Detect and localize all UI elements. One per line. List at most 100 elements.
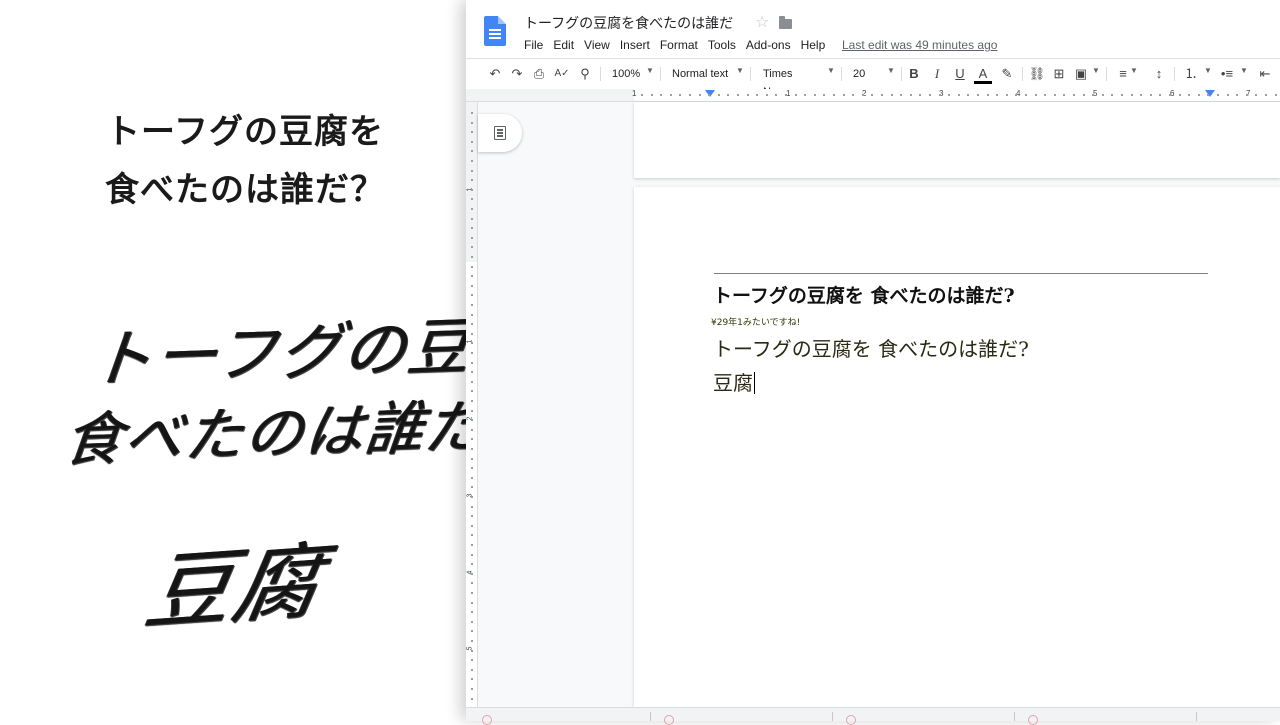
underline-button[interactable]: U (952, 65, 968, 83)
menu-help[interactable]: Help (801, 38, 826, 54)
vertical-ruler-tick (471, 217, 473, 220)
ruler-tick (1121, 94, 1123, 96)
ruler-tick (727, 94, 730, 96)
font-select[interactable]: Times New... (763, 65, 825, 98)
ruler-tick (890, 94, 893, 96)
ruler-tick (746, 94, 749, 96)
vertical-ruler-tick (471, 640, 473, 642)
vertical-ruler-tick (471, 342, 473, 345)
ruler-tick (900, 94, 903, 96)
vertical-ruler-tick (471, 361, 473, 364)
ruler-tick (861, 94, 864, 96)
paint-format-icon[interactable]: ⚲ (576, 65, 594, 83)
highlight-icon[interactable]: ✎ (998, 65, 1016, 83)
ruler-tick (1207, 94, 1210, 96)
vertical-ruler-tick (471, 150, 473, 153)
font-chevron-down-icon: ▼ (827, 66, 835, 75)
ruler-tick (641, 94, 643, 96)
link-icon[interactable]: ⛓ (1028, 65, 1046, 83)
star-icon[interactable]: ☆ (755, 12, 769, 31)
ruler-number: 1 (632, 89, 637, 98)
vertical-ruler-tick (471, 505, 473, 508)
redo-icon[interactable]: ↷ (508, 65, 526, 83)
menu-tools[interactable]: Tools (708, 38, 736, 54)
vertical-ruler-tick (471, 515, 473, 518)
menu-insert[interactable]: Insert (620, 38, 650, 54)
vertical-ruler-tick (471, 534, 473, 537)
ruler-tick (1101, 94, 1104, 96)
ruler-tick (669, 94, 672, 96)
ruler-tick (1025, 94, 1027, 96)
vertical-ruler-tick (471, 697, 473, 700)
align-chevron-down-icon: ▼ (1130, 66, 1138, 75)
undo-icon[interactable]: ↶ (486, 65, 504, 83)
title-bar: トーフグの豆腐を食べたのは誰だ ☆ File Edit View Insert … (466, 0, 1280, 58)
last-edit-link[interactable]: Last edit was 49 minutes ago (842, 38, 997, 52)
ruler-tick (1178, 94, 1181, 96)
style-chevron-down-icon: ▼ (736, 66, 744, 75)
ruler-tick (833, 94, 835, 96)
ruler-tick (794, 94, 797, 96)
page-current[interactable]: トーフグの豆腐を 食べたのは誰だ? ¥29年1みたいですね! トーフグの豆腐を … (634, 187, 1280, 707)
decrease-indent-icon[interactable]: ⇤ (1256, 65, 1274, 83)
vertical-ruler-tick (471, 419, 473, 422)
ruler-tick (1188, 94, 1191, 96)
ruler-tick (679, 94, 682, 96)
numbered-list-icon[interactable]: ⒈ (1182, 65, 1200, 83)
menu-file[interactable]: File (524, 38, 543, 54)
page-previous[interactable] (634, 102, 1280, 178)
ruler-tick (823, 94, 826, 96)
ruler-tick (1197, 94, 1200, 96)
ruler-tick (1130, 94, 1133, 96)
vertical-ruler-tick (471, 284, 473, 287)
ruler-tick (737, 94, 739, 96)
headline-line-1: トーフグの豆腐を (106, 112, 384, 152)
menu-view[interactable]: View (584, 38, 610, 54)
vertical-ruler[interactable]: 1 1 2 3 4 5 (466, 102, 478, 720)
paragraph-style-select[interactable]: Normal text (672, 65, 742, 83)
ruler-tick (1044, 94, 1047, 96)
bold-button[interactable]: B (906, 65, 922, 83)
bulleted-list-icon[interactable]: •≡ (1218, 65, 1236, 83)
google-docs-icon[interactable] (484, 16, 506, 46)
ruler-tick (813, 94, 816, 96)
ruler-tick (698, 94, 701, 96)
vertical-ruler-tick (471, 265, 473, 268)
print-icon[interactable]: ⎙ (530, 65, 548, 83)
folder-icon[interactable] (779, 16, 792, 29)
insert-image-icon[interactable]: ▣ (1072, 65, 1090, 83)
add-comment-icon[interactable]: ⊞ (1050, 65, 1068, 83)
document-heading[interactable]: トーフグの豆腐を 食べたのは誰だ? (713, 281, 1015, 308)
vertical-ruler-tick (471, 630, 473, 633)
document-paragraph-1[interactable]: トーフグの豆腐を 食べたのは誰だ? (713, 333, 1029, 362)
ruler-tick (1169, 94, 1171, 96)
vertical-ruler-tick (471, 678, 473, 681)
ruler-tick (1245, 94, 1248, 96)
image-chevron-down-icon: ▼ (1092, 66, 1100, 75)
italic-button[interactable]: I (929, 65, 945, 83)
ruler-tick (948, 94, 951, 96)
ruler-tick (909, 94, 912, 96)
ruler-tick (1274, 94, 1277, 96)
ruler-tick (775, 94, 778, 96)
numbered-list-chevron-down-icon: ▼ (1204, 66, 1212, 75)
font-size-select[interactable]: 20 (853, 65, 877, 83)
ruler-tick (1082, 94, 1085, 96)
text-color-swatch (974, 81, 992, 84)
bottom-tab-strip (466, 707, 1280, 725)
brush-lettering-tofu: 豆腐 (138, 532, 331, 642)
menu-add-ons[interactable]: Add-ons (746, 38, 791, 54)
document-outline-button[interactable] (478, 114, 522, 152)
ruler-tick (1073, 94, 1075, 96)
document-title[interactable]: トーフグの豆腐を食べたのは誰だ (524, 13, 733, 33)
horizontal-ruler[interactable]: 1 1 2 3 4 5 6 7 (466, 89, 1280, 102)
menu-edit[interactable]: Edit (553, 38, 574, 54)
vertical-ruler-tick (471, 620, 473, 623)
document-note[interactable]: ¥29年1みたいですね! (711, 315, 800, 328)
document-paragraph-2[interactable]: 豆腐 (713, 367, 755, 396)
spellcheck-icon[interactable]: A✓ (552, 65, 572, 83)
line-spacing-icon[interactable]: ↕ (1150, 65, 1168, 83)
horizontal-rule (714, 273, 1208, 274)
vertical-ruler-tick (471, 371, 473, 374)
menu-format[interactable]: Format (660, 38, 698, 54)
